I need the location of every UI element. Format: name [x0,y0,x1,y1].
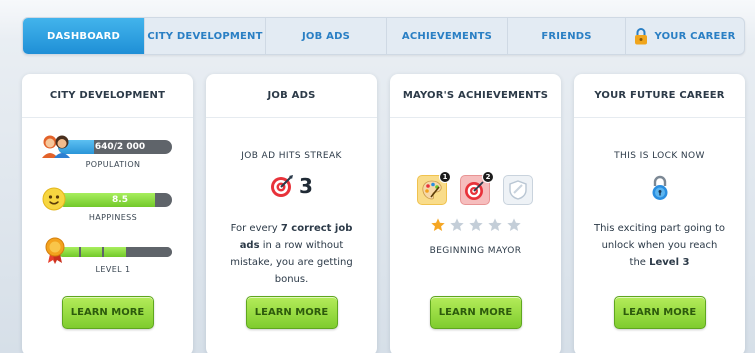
shield-icon [509,180,527,200]
streak-value: 3 [299,174,313,198]
level-segment [150,247,172,257]
level-segment [127,247,149,257]
level-stat: Level 1 [42,237,174,274]
star-filled-icon [430,218,445,231]
card-title: Mayor's Achievements [390,74,561,118]
tab-label: Your Career [654,30,736,42]
learn-more-button[interactable]: Learn More [613,296,706,329]
learn-more-button[interactable]: Learn More [429,296,522,329]
tab-city-development[interactable]: City Development [144,18,265,54]
star-empty-icon [468,218,483,231]
city-development-card: City Development 640/2 000 Population [22,74,193,353]
achievements-card: Mayor's Achievements 1 2 Beginning Mayor… [390,74,561,353]
level-segment [104,247,126,257]
target-icon [271,175,294,197]
card-title: Your Future Career [574,74,745,118]
streak-label: Job Ad Hits Streak [241,151,342,161]
main-nav: Dashboard City Development Job Ads Achie… [22,17,745,55]
lock-status: This is lock now [614,151,705,161]
population-label: Population [85,160,141,169]
level-bar [58,247,172,257]
job-ads-card: Job Ads Job Ad Hits Streak 3 For every 7… [206,74,377,353]
badge-count: 2 [482,171,494,183]
tab-friends[interactable]: Friends [507,18,625,54]
smiley-icon [42,187,66,211]
lock-icon [635,27,648,44]
people-icon [42,135,70,158]
tab-label: Job Ads [302,30,350,42]
career-card: Your Future Career This is lock now This… [574,74,745,353]
star-empty-icon [449,218,464,231]
padlock-icon [652,175,668,200]
learn-more-button[interactable]: Learn More [61,296,154,329]
achievement-badge[interactable]: 1 [417,171,451,205]
desc-text: For every [230,223,281,234]
tab-job-ads[interactable]: Job Ads [265,18,386,54]
job-ads-description: For every 7 correct job ads in a row wit… [206,220,377,288]
happiness-value: 8.5 [112,195,128,205]
tab-label: Achievements [401,30,493,42]
card-title: Job Ads [206,74,377,118]
star-empty-icon [487,218,502,231]
medal-icon [45,237,65,264]
tab-dashboard[interactable]: Dashboard [23,18,144,54]
achievement-badge-locked[interactable] [503,175,533,205]
achievement-badge[interactable]: 2 [460,171,494,205]
happiness-label: Happiness [88,213,138,222]
career-description: This exciting part going to unlock when … [574,220,745,271]
happiness-stat: 8.5 Happiness [42,187,174,222]
learn-more-button[interactable]: Learn More [245,296,338,329]
rank-stars [390,217,561,233]
population-value: 640/2 000 [94,142,146,152]
level-label: Level 1 [95,265,131,274]
badge-count: 1 [439,171,451,183]
card-title: City Development [22,74,193,118]
star-empty-icon [506,218,521,231]
tab-label: Dashboard [46,30,120,42]
tab-achievements[interactable]: Achievements [386,18,507,54]
tab-label: Friends [541,30,592,42]
tab-label: City Development [147,30,263,42]
rank-label: Beginning Mayor [429,246,522,256]
population-stat: 640/2 000 Population [42,134,174,169]
level-segment [81,247,103,257]
tab-your-career[interactable]: Your Career [625,18,744,54]
desc-bold: Level 3 [649,257,690,268]
